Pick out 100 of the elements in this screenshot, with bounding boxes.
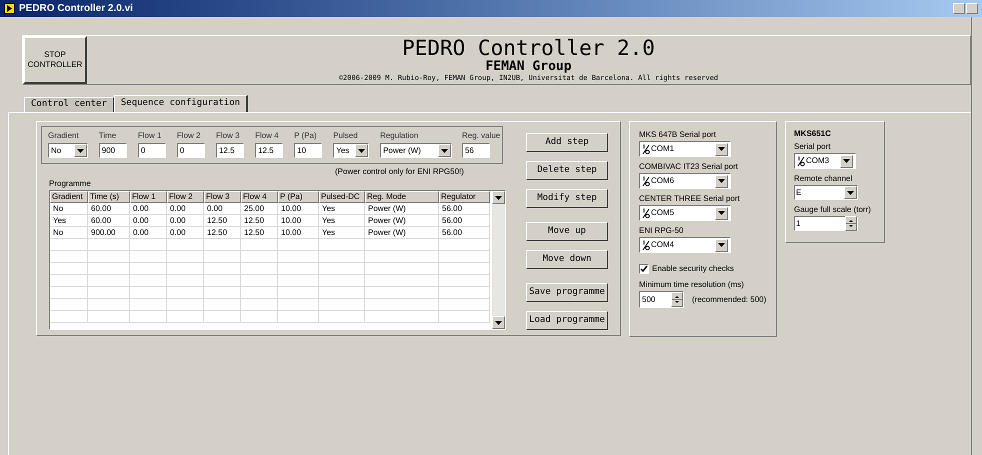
- field-label: Pulsed: [333, 130, 359, 142]
- field-label: Gauge full scale (torr): [794, 204, 872, 216]
- port-label: MKS 647B Serial port: [639, 129, 717, 141]
- field-label: Time: [98, 130, 118, 142]
- action-button[interactable]: Modify step: [526, 189, 608, 208]
- port-dropdown[interactable]: COM4: [639, 237, 731, 253]
- column-header: Gradient: [50, 191, 88, 203]
- table-cell: 12.50: [241, 215, 278, 226]
- minimize-button[interactable]: [953, 3, 965, 14]
- input-field[interactable]: 0: [138, 143, 166, 158]
- field-label: P (Pa): [294, 130, 318, 142]
- action-button[interactable]: Add step: [526, 133, 608, 152]
- io-icon: [642, 240, 650, 250]
- table-cell: 60.00: [88, 215, 130, 226]
- spin-buttons[interactable]: [671, 292, 683, 307]
- dropdown[interactable]: Power (W): [380, 143, 452, 158]
- power-note: (Power control only for ENI RPG50!): [335, 166, 465, 178]
- table-cell: 0.00: [130, 203, 167, 214]
- table-cell: 0.00: [204, 203, 241, 214]
- field-label: Remote channel: [794, 173, 854, 185]
- table-cell: 0.00: [167, 203, 204, 214]
- input-field[interactable]: 10: [294, 143, 322, 158]
- action-button[interactable]: Move up: [526, 222, 608, 241]
- field-label: Flow 4: [255, 130, 280, 142]
- window-title: PEDRO Controller 2.0.vi: [19, 2, 133, 16]
- column-header: Flow 1: [130, 191, 167, 203]
- input-field[interactable]: 900: [98, 143, 127, 158]
- action-button[interactable]: Load programme: [526, 311, 608, 330]
- io-icon: [797, 156, 805, 166]
- maximize-button[interactable]: [966, 3, 978, 14]
- spin-buttons[interactable]: [845, 216, 857, 231]
- port-dropdown[interactable]: COM1: [639, 141, 731, 157]
- port-label: ENI RPG-50: [639, 225, 684, 237]
- input-field[interactable]: 56: [462, 143, 490, 158]
- group-name: FEMAN Group: [485, 60, 572, 73]
- scrollbar[interactable]: [492, 191, 505, 329]
- table-cell: Power (W): [365, 215, 439, 226]
- action-button[interactable]: Delete step: [526, 161, 608, 180]
- port-label: CENTER THREE Serial port: [639, 193, 741, 205]
- table-cell: 0.00: [167, 215, 204, 226]
- table-cell: No: [50, 203, 88, 214]
- port-label: COMBIVAC IT23 Serial port: [639, 161, 739, 173]
- column-header: Flow 2: [167, 191, 204, 203]
- table-cell: 12.50: [241, 227, 278, 238]
- checkbox[interactable]: [639, 264, 649, 274]
- column-header: Flow 4: [241, 191, 278, 203]
- input-field[interactable]: 12.5: [216, 143, 244, 158]
- number-field[interactable]: 500: [639, 291, 684, 308]
- programme-label: Programme: [49, 178, 92, 190]
- table-cell: 56.00: [439, 203, 490, 214]
- table-cell: No: [50, 227, 88, 238]
- panel-title: MKS651C: [794, 128, 832, 140]
- table-cell: 60.00: [88, 203, 130, 214]
- action-button[interactable]: Move down: [526, 250, 608, 269]
- app-icon: [4, 3, 15, 14]
- tab[interactable]: Sequence configuration: [114, 95, 248, 112]
- table-cell: 56.00: [439, 227, 490, 238]
- table-cell: 10.00: [278, 227, 319, 238]
- port-label: Serial port: [794, 141, 832, 153]
- action-button[interactable]: Save programme: [526, 283, 608, 302]
- io-icon: [642, 176, 650, 186]
- column-header: Regulator: [439, 191, 490, 203]
- table-cell: 900.00: [88, 227, 130, 238]
- table-cell: 10.00: [278, 215, 319, 226]
- app-title: PEDRO Controller 2.0: [402, 36, 655, 60]
- input-field[interactable]: 0: [176, 143, 205, 158]
- column-header: Flow 3: [204, 191, 241, 203]
- input-field[interactable]: 12.5: [255, 143, 284, 158]
- table-cell: Yes: [319, 203, 365, 214]
- stop-button[interactable]: STOP CONTROLLER: [23, 36, 87, 84]
- tab[interactable]: Control center: [24, 97, 114, 112]
- field-label: Regulation: [380, 130, 420, 142]
- table-cell: 10.00: [278, 203, 319, 214]
- table-cell: Yes: [319, 215, 365, 226]
- port-dropdown[interactable]: COM6: [639, 173, 731, 189]
- table-cell: 0.00: [167, 227, 204, 238]
- dropdown[interactable]: Yes: [333, 143, 370, 158]
- column-header: Reg. Mode: [365, 191, 439, 203]
- min-time-label: Minimum time resolution (ms): [639, 279, 745, 291]
- recommended-note: (recommended: 500): [692, 294, 766, 306]
- io-icon: [642, 144, 650, 154]
- table-cell: 0.00: [130, 227, 167, 238]
- dropdown[interactable]: No: [48, 143, 88, 158]
- table-cell: Yes: [50, 215, 88, 226]
- port-dropdown[interactable]: COM5: [639, 205, 731, 221]
- field-label: Flow 1: [138, 130, 162, 142]
- field-label: Flow 2: [176, 130, 202, 142]
- table-cell: 12.50: [204, 227, 241, 238]
- checkbox-label: Enable security checks: [652, 263, 734, 275]
- table-cell: Yes: [319, 227, 365, 238]
- field-label: Flow 3: [216, 130, 241, 142]
- table-cell: 0.00: [130, 215, 167, 226]
- column-header: Time (s): [88, 191, 130, 203]
- number-field[interactable]: 1: [794, 216, 858, 231]
- table-cell: Power (W): [365, 203, 439, 214]
- column-header: Pulsed-DC: [319, 191, 365, 203]
- channel-dropdown[interactable]: E: [794, 185, 858, 200]
- column-header: P (Pa): [278, 191, 319, 203]
- port-dropdown[interactable]: COM3: [794, 153, 856, 169]
- table-cell: 12.50: [204, 215, 241, 226]
